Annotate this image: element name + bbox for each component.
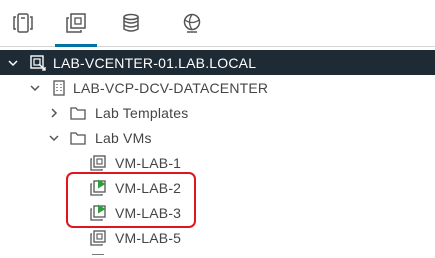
tree-item-label: Lab VMs (95, 129, 152, 146)
highlight-annotation (66, 172, 196, 228)
tree-item-vm[interactable]: VM-LAB-5 (0, 225, 435, 250)
hosts-and-clusters-icon (12, 12, 34, 34)
tree-item-vm[interactable]: VM-LAB-1 (0, 150, 435, 175)
chevron-down-icon[interactable] (30, 83, 40, 93)
tab-networking[interactable] (169, 0, 215, 46)
datacenter-icon (50, 79, 68, 97)
vm-icon-fragment (92, 254, 104, 257)
chevron-down-icon[interactable] (49, 133, 59, 143)
tree-item-lab-templates[interactable]: Lab Templates (0, 100, 435, 125)
chevron-right-icon[interactable] (49, 107, 59, 118)
vm-powered-off-icon (89, 154, 107, 172)
networking-icon (181, 12, 203, 34)
tree-item-datacenter[interactable]: LAB-VCP-DCV-DATACENTER (0, 75, 435, 100)
chevron-down-icon[interactable] (8, 58, 18, 68)
tree-item-label: VM-LAB-5 (115, 229, 182, 246)
tree-item-vcenter[interactable]: LAB-VCENTER-01.LAB.LOCAL (0, 50, 435, 75)
navigator-tabs (0, 0, 435, 47)
tree-item-vm-partial (0, 250, 435, 258)
folder-icon (69, 129, 87, 147)
storage-icon (120, 12, 142, 34)
tab-vms-and-templates[interactable] (53, 0, 99, 47)
vms-and-templates-icon (65, 12, 87, 34)
tree-item-label: LAB-VCENTER-01.LAB.LOCAL (53, 54, 257, 71)
tree-item-label: VM-LAB-1 (115, 154, 182, 171)
tab-storage[interactable] (108, 0, 154, 46)
tab-hosts-and-clusters[interactable] (0, 0, 46, 46)
vcenter-icon (29, 54, 47, 72)
folder-icon (69, 104, 87, 122)
tree-item-label: Lab Templates (95, 104, 189, 121)
tree-item-label: LAB-VCP-DCV-DATACENTER (73, 79, 269, 96)
vm-powered-off-icon (89, 229, 107, 247)
tree-item-lab-vms[interactable]: Lab VMs (0, 125, 435, 150)
